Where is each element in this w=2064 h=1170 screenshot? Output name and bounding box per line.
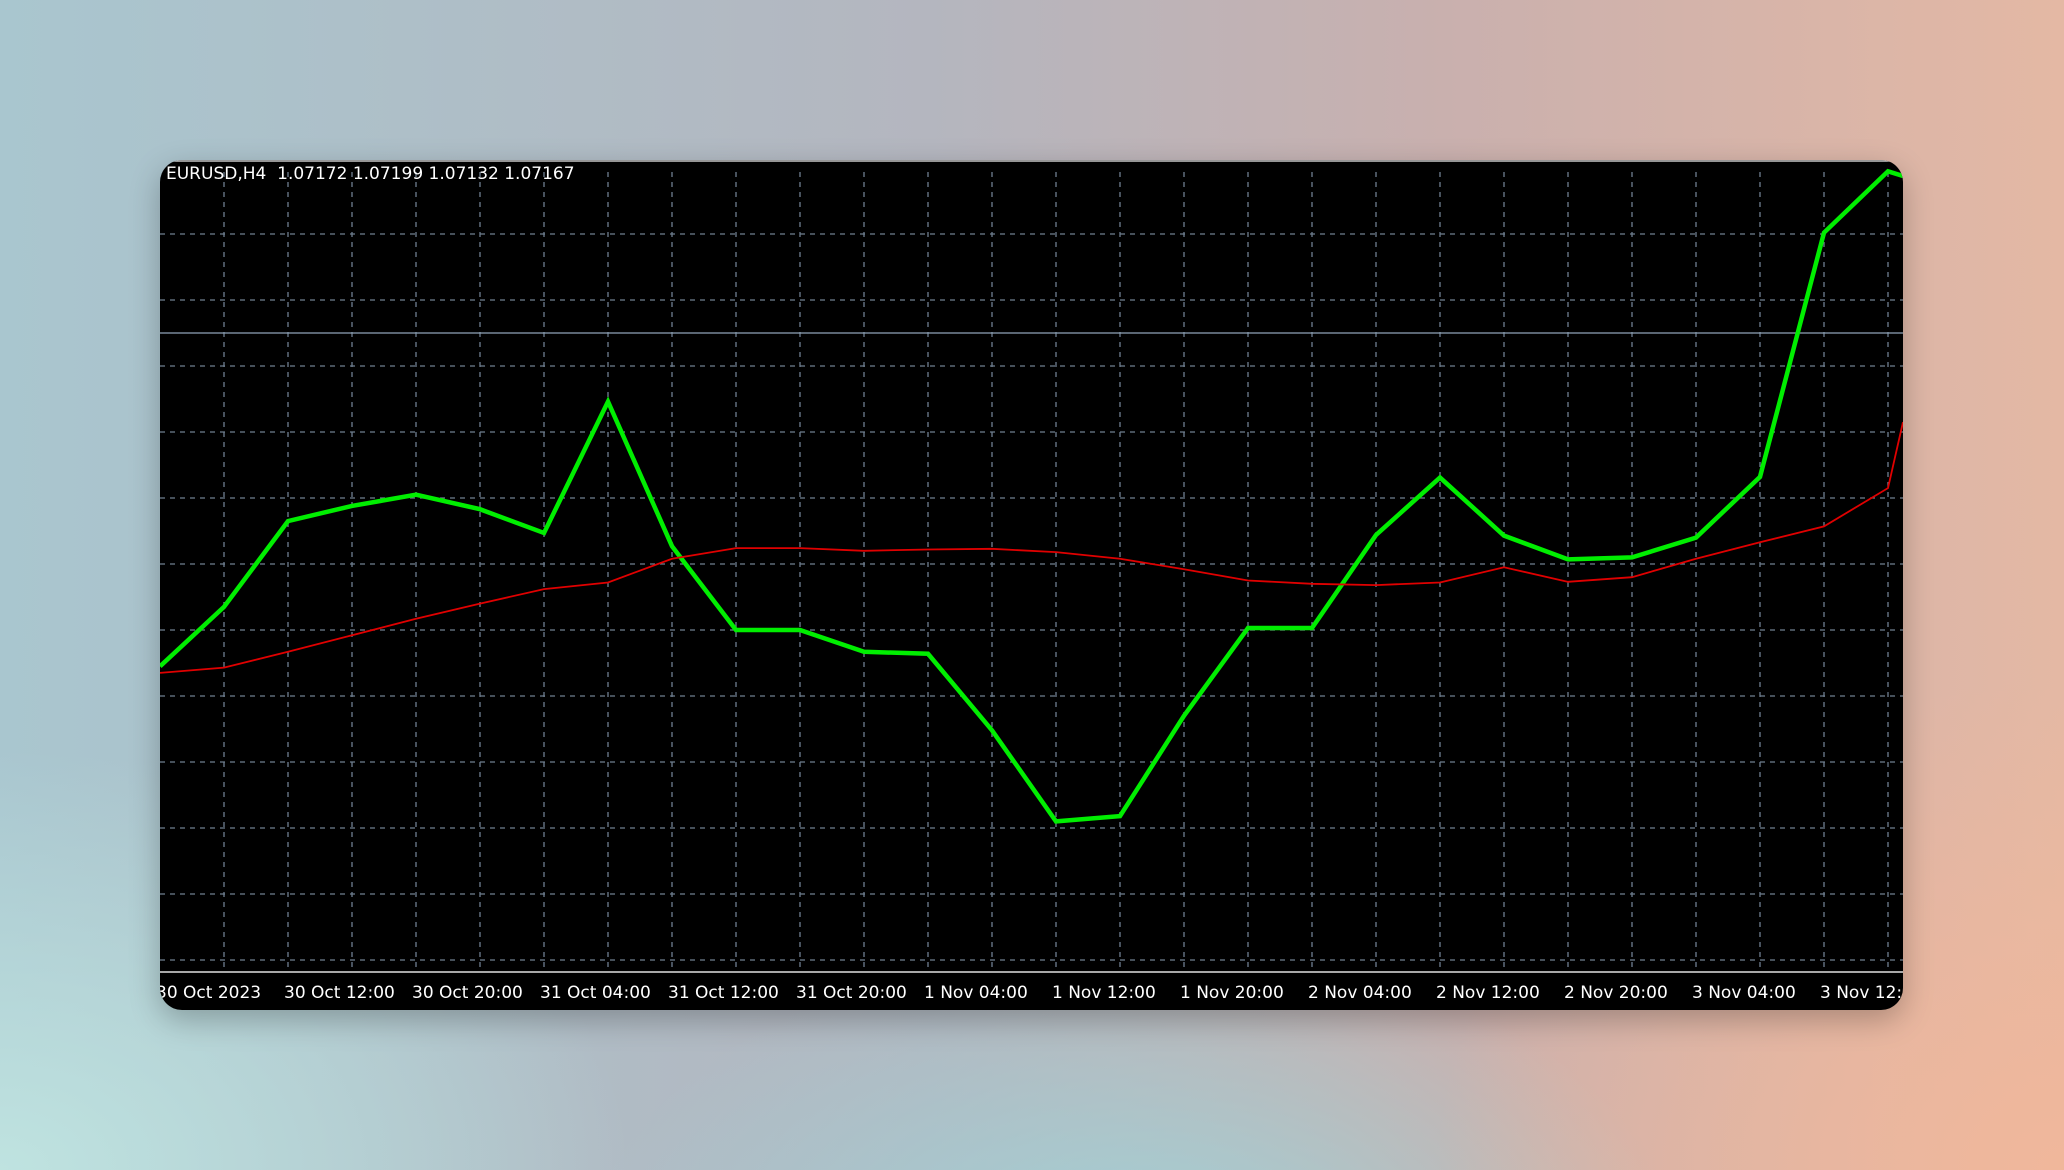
symbol-price-label: EURUSD,H4 1.07172 1.07199 1.07132 1.0716…	[166, 164, 575, 184]
x-tick-label: 2 Nov 12:00	[1436, 983, 1540, 1003]
x-tick-label: 1 Nov 04:00	[924, 983, 1028, 1003]
price-chart: 30 Oct 2023 30 Oct 12:00 30 Oct 20:00 31 Oc…	[160, 160, 1903, 1003]
x-tick-label: 30 Oct 20:00	[412, 983, 523, 1003]
x-tick-label: 31 Oct 20:00	[796, 983, 907, 1003]
x-tick-label: 30 Oct 12:00	[284, 983, 395, 1003]
x-tick-label: 2 Nov 20:00	[1564, 983, 1668, 1003]
x-tick-label: 3 Nov 12:00	[1820, 983, 1903, 1003]
x-tick-label: 30 Oct 2023	[160, 983, 261, 1003]
x-tick-label: 31 Oct 04:00	[540, 983, 651, 1003]
moving-average-series	[160, 421, 1903, 674]
x-tick-label: 2 Nov 04:00	[1308, 983, 1412, 1003]
x-tick-label: 1 Nov 20:00	[1180, 983, 1284, 1003]
chart-panel: 30 Oct 2023 30 Oct 12:00 30 Oct 20:00 31 Oc…	[160, 160, 1903, 1010]
x-tick-label: 3 Nov 04:00	[1692, 983, 1796, 1003]
price-line-series	[160, 168, 1903, 824]
x-tick-label: 1 Nov 12:00	[1052, 983, 1156, 1003]
x-tick-label: 31 Oct 12:00	[668, 983, 779, 1003]
